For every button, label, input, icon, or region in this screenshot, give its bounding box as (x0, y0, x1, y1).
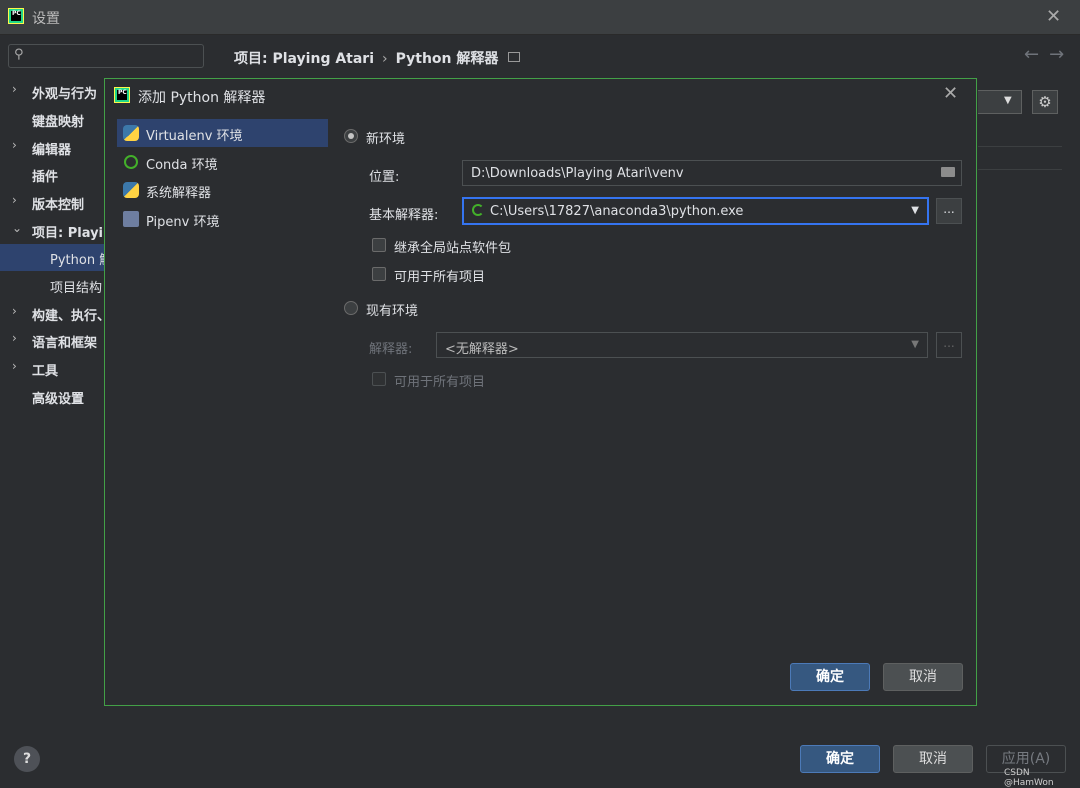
new-env-all-projects-label: 可用于所有项目 (394, 270, 486, 285)
sidebar-item-python-interpreter[interactable]: Python 解释器 (0, 244, 104, 271)
python-icon (123, 182, 139, 198)
packages-table-header (978, 146, 1062, 170)
sidebar-item-label: 编辑器 (32, 143, 72, 158)
sidebar-item-label: 外观与行为 (32, 87, 98, 102)
interpreter-dropdown[interactable]: ▼ (978, 90, 1022, 114)
env-item-label: Virtualenv 环境 (146, 129, 243, 144)
sidebar-item-tools[interactable]: › 工具 (0, 355, 104, 382)
dropdown-arrow-icon: ▼ (1004, 95, 1012, 106)
sidebar-item-project-structure[interactable]: 项目结构 (0, 272, 104, 299)
watermark: CSDN @HamWon (1004, 768, 1054, 788)
chevron-right-icon: › (12, 304, 17, 318)
location-label: 位置: (369, 170, 400, 185)
sidebar-item-vcs[interactable]: › 版本控制 (0, 189, 104, 216)
env-item-virtualenv[interactable]: Virtualenv 环境 (117, 119, 328, 147)
chevron-right-icon: › (12, 193, 17, 207)
dialog-cancel-button[interactable]: 取消 (883, 663, 963, 691)
env-item-label: Pipenv 环境 (146, 215, 220, 230)
inherit-site-packages-label: 继承全局站点软件包 (394, 241, 512, 256)
sidebar-item-label: 工具 (32, 364, 59, 379)
browse-existing-interpreter-button[interactable]: ... (936, 332, 962, 358)
folder-icon[interactable] (941, 167, 955, 177)
breadcrumb-project[interactable]: 项目: Playing Atari (234, 51, 374, 67)
sidebar-item-label: 插件 (32, 170, 59, 185)
existing-interpreter-value: <无解释器> (445, 342, 519, 357)
new-env-all-projects-checkbox[interactable] (372, 267, 386, 281)
existing-interpreter-select[interactable]: <无解释器> ▼ (436, 332, 928, 358)
dialog-title: 添加 Python 解释器 (138, 90, 266, 106)
settings-search-input[interactable]: ⚲ (8, 44, 204, 68)
existing-env-radio[interactable] (344, 301, 358, 315)
chevron-right-icon: › (12, 82, 17, 96)
sidebar-item-label: 构建、执行、部署 (32, 309, 104, 324)
inherit-site-packages-checkbox[interactable] (372, 238, 386, 252)
base-interpreter-label: 基本解释器: (369, 208, 439, 223)
window-close-icon[interactable]: ✕ (1046, 6, 1061, 27)
env-item-system[interactable]: 系统解释器 (117, 176, 328, 204)
sidebar-item-label: 键盘映射 (32, 115, 85, 130)
location-input[interactable]: D:\Downloads\Playing Atari\venv (462, 160, 962, 186)
env-item-pipenv[interactable]: Pipenv 环境 (117, 205, 328, 233)
chevron-right-icon: › (12, 359, 17, 373)
new-env-label: 新环境 (366, 132, 406, 147)
forward-arrow-icon[interactable]: → (1049, 44, 1064, 65)
pycharm-logo-icon: PC (8, 8, 24, 24)
pipenv-icon (123, 211, 139, 227)
sidebar-item-label: 语言和框架 (32, 336, 98, 351)
sidebar-item-advanced[interactable]: 高级设置 (0, 383, 104, 410)
sidebar-item-label: 项目: Playing Atari (32, 226, 104, 241)
history-navigation: ← → (1014, 44, 1064, 65)
new-env-radio[interactable] (344, 129, 358, 143)
sidebar-item-build[interactable]: › 构建、执行、部署 (0, 300, 104, 327)
dialog-titlebar: PC 添加 Python 解释器 ✕ (105, 79, 976, 111)
chevron-right-icon: › (12, 331, 17, 345)
location-value: D:\Downloads\Playing Atari\venv (471, 166, 684, 181)
breadcrumb-separator-icon: › (382, 51, 388, 67)
existing-env-label: 现有环境 (366, 304, 419, 319)
dropdown-arrow-icon: ▼ (911, 339, 919, 350)
sidebar-item-label: 版本控制 (32, 198, 85, 213)
python-icon (123, 125, 139, 141)
breadcrumb: 项目: Playing Atari › Python 解释器 (234, 48, 521, 68)
breadcrumb-page: Python 解释器 (395, 51, 499, 67)
loading-spinner-icon (472, 204, 484, 216)
back-arrow-icon[interactable]: ← (1024, 44, 1039, 65)
sidebar-item-languages[interactable]: › 语言和框架 (0, 327, 104, 354)
sidebar-item-project[interactable]: ⌄ 项目: Playing Atari (0, 217, 104, 244)
conda-icon (124, 155, 138, 169)
settings-ok-button[interactable]: 确定 (800, 745, 880, 773)
sidebar-item-label: 高级设置 (32, 392, 85, 407)
project-scope-icon (508, 52, 521, 62)
settings-cancel-button[interactable]: 取消 (893, 745, 973, 773)
interpreter-label: 解释器: (369, 342, 413, 357)
sidebar-item-appearance[interactable]: › 外观与行为 (0, 78, 104, 105)
help-button[interactable]: ? (14, 746, 40, 772)
existing-env-all-projects-checkbox[interactable] (372, 372, 386, 386)
sidebar-item-plugins[interactable]: 插件 (0, 161, 104, 188)
window-title: 设置 (32, 11, 60, 27)
dialog-close-icon[interactable]: ✕ (943, 83, 958, 104)
env-item-conda[interactable]: Conda 环境 (117, 148, 328, 176)
window-titlebar: PC 设置 ✕ (0, 0, 1080, 35)
gear-icon[interactable]: ⚙ (1032, 90, 1058, 114)
sidebar-item-keymap[interactable]: 键盘映射 (0, 106, 104, 133)
base-interpreter-value: C:\Users\17827\anaconda3\python.exe (490, 204, 744, 219)
add-interpreter-dialog: PC 添加 Python 解释器 ✕ Virtualenv 环境 Conda 环… (104, 78, 977, 706)
base-interpreter-select[interactable]: C:\Users\17827\anaconda3\python.exe ▼ (462, 197, 929, 225)
search-icon: ⚲ (14, 47, 24, 62)
browse-base-interpreter-button[interactable]: ... (936, 198, 962, 224)
dropdown-arrow-icon: ▼ (911, 205, 919, 216)
sidebar-item-label: 项目结构 (50, 281, 103, 296)
sidebar-item-editor[interactable]: › 编辑器 (0, 134, 104, 161)
env-item-label: 系统解释器 (146, 186, 212, 201)
sidebar-item-label: Python 解释器 (50, 253, 104, 268)
env-item-label: Conda 环境 (146, 158, 218, 173)
chevron-down-icon: ⌄ (12, 221, 23, 235)
chevron-right-icon: › (12, 138, 17, 152)
existing-env-all-projects-label: 可用于所有项目 (394, 375, 486, 390)
dialog-ok-button[interactable]: 确定 (790, 663, 870, 691)
pycharm-logo-icon: PC (114, 87, 130, 103)
